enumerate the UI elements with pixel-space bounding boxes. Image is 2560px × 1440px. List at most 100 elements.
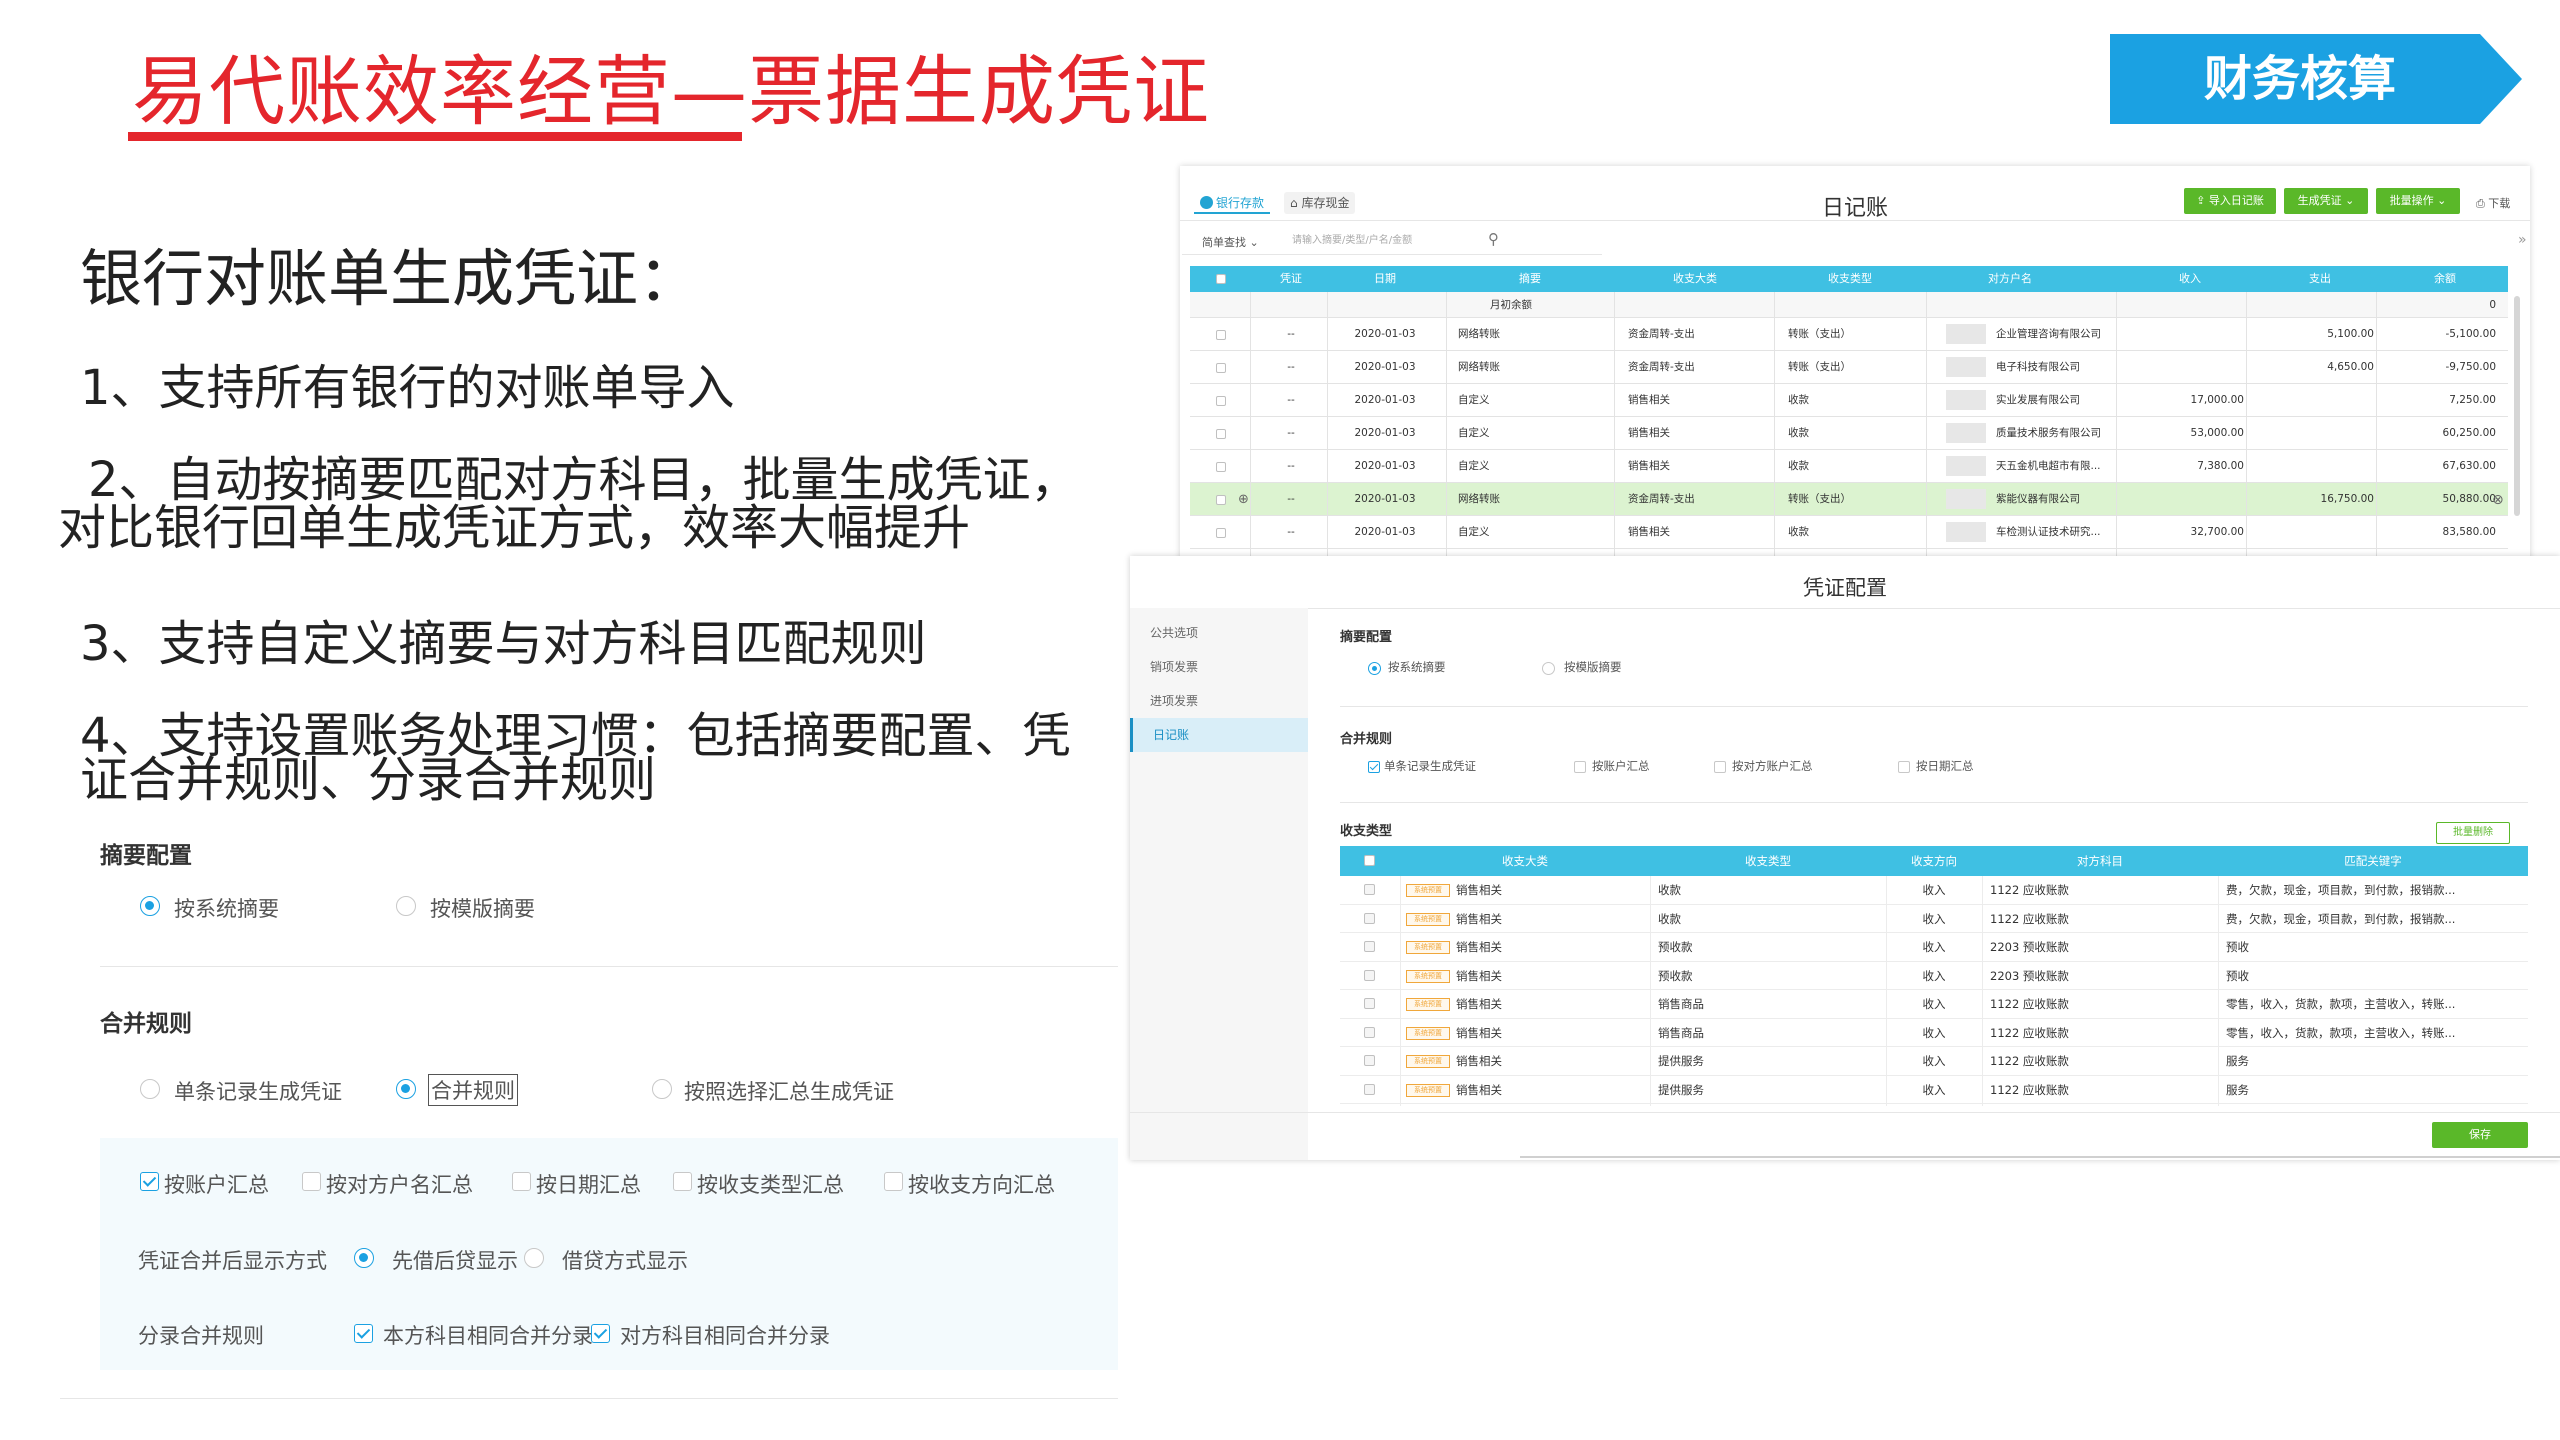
section-heading: 银行对账单生成凭证：	[80, 242, 701, 315]
config-table-row[interactable]: 系统预置 销售相关 销售商品 收入 1122 应收账款 零售，收入，货款，款项，主营收入，…	[1340, 990, 2528, 1019]
config-radio-template-summary[interactable]	[1542, 662, 1555, 675]
row-checkbox[interactable]	[1216, 330, 1226, 340]
journal-row[interactable]: ⊕ -- 2020-01-03 网络转账 资金周转-支出 转账（支出） 紫能仪器有限公司 16…	[1190, 483, 2508, 516]
config-check-single-record[interactable]	[1368, 761, 1380, 773]
search-icon[interactable]: ⚲	[1488, 230, 1499, 248]
config-check-by-party[interactable]	[1714, 761, 1726, 773]
config-divider-2	[1340, 802, 2528, 803]
journal-row[interactable]: -- 2020-01-03 自定义 销售相关 收款 质量技术服务有限公司 53,000.00…	[1190, 417, 2508, 450]
merge-rule-title: 合并规则	[100, 1011, 192, 1037]
check-same-other-account[interactable]	[591, 1324, 610, 1343]
slide-title: 易代账效率经营—票据生成凭证	[132, 47, 1210, 136]
journal-row[interactable]: -- 2020-01-03 自定义 销售相关 收款 实业发展有限公司 17,000.00 7,…	[1190, 384, 2508, 417]
row-checkbox[interactable]	[1216, 528, 1226, 538]
cell-summary: 自定义	[1458, 394, 1490, 406]
search-type-select[interactable]: 简单查找 ⌄	[1202, 234, 1259, 250]
radio-single-record[interactable]	[140, 1079, 160, 1099]
config-row-checkbox[interactable]	[1364, 884, 1375, 895]
check-by-direction[interactable]	[884, 1172, 903, 1191]
config-cell-direction: 收入	[1922, 883, 1946, 897]
grid-line	[1250, 292, 1251, 566]
cell-type: 转账（支出）	[1788, 361, 1851, 373]
config-cell-category: 销售相关	[1456, 997, 1502, 1011]
config-table-row[interactable]: 系统预置 销售相关 提供服务 收入 1122 应收账款 服务	[1340, 1047, 2528, 1076]
close-icon[interactable]: ⊗	[2492, 492, 2504, 508]
config-grid-line	[2218, 876, 2219, 1106]
check-by-date[interactable]	[512, 1172, 531, 1191]
config-row-checkbox[interactable]	[1364, 1055, 1375, 1066]
check-by-party[interactable]	[302, 1172, 321, 1191]
config-check-by-account[interactable]	[1574, 761, 1586, 773]
row-checkbox[interactable]	[1216, 495, 1226, 505]
cell-summary: 网络转账	[1458, 361, 1500, 373]
opening-balance: 0	[2489, 299, 2496, 311]
col-party: 对方户名	[1988, 272, 2032, 285]
journal-row[interactable]: -- 2020-01-03 自定义 销售相关 收款 车检测认证技术研究... 32,700.…	[1190, 516, 2508, 549]
radio-single-record-label: 单条记录生成凭证	[174, 1080, 342, 1104]
cell-expense	[2250, 516, 2374, 549]
col-income: 收入	[2179, 272, 2201, 285]
config-table-row[interactable]: 系统预置 销售相关 预收款 收入 2203 预收账款 预收	[1340, 933, 2528, 962]
config-table-row[interactable]: 系统预置 销售相关 提供服务 收入 1122 应收账款 服务	[1340, 1076, 2528, 1104]
check-by-type[interactable]	[673, 1172, 692, 1191]
system-preset-tag: 系统预置	[1406, 941, 1450, 954]
check-same-own-account[interactable]	[354, 1324, 373, 1343]
config-cell-type: 预收款	[1658, 940, 1693, 954]
config-cell-direction: 收入	[1922, 1054, 1946, 1068]
row-checkbox[interactable]	[1216, 462, 1226, 472]
row-checkbox[interactable]	[1216, 363, 1226, 373]
collapse-arrow-icon[interactable]: »	[2518, 232, 2527, 248]
sidebar-item-sales-invoice[interactable]: 销项发票	[1130, 650, 1308, 684]
config-cell-category: 销售相关	[1456, 911, 1502, 926]
config-row-checkbox[interactable]	[1364, 941, 1375, 952]
config-row-checkbox[interactable]	[1364, 969, 1375, 981]
config-check-by-account-label: 按账户汇总	[1592, 759, 1650, 773]
config-row-checkbox[interactable]	[1364, 998, 1375, 1009]
batch-operation-button[interactable]: 批量操作 ⌄	[2376, 188, 2460, 214]
config-row-checkbox[interactable]	[1364, 1083, 1375, 1095]
cell-voucher: --	[1287, 361, 1295, 373]
batch-delete-button[interactable]: 批量删除	[2436, 822, 2510, 844]
cell-type: 收款	[1788, 394, 1809, 406]
config-table-row[interactable]: 系统预置 销售相关 销售商品 收入 1122 应收账款 零售，收入，货款，款项，主营收入，…	[1340, 1019, 2528, 1047]
journal-scrollbar[interactable]	[2514, 296, 2520, 516]
journal-row[interactable]: -- 2020-01-03 自定义 销售相关 收款 天五金机电超市有限... 7,380.0…	[1190, 450, 2508, 483]
radio-debit-first[interactable]	[354, 1248, 374, 1268]
radio-debit-first-label: 先借后贷显示	[392, 1249, 518, 1273]
save-button[interactable]: 保存	[2432, 1122, 2528, 1148]
config-select-all-checkbox[interactable]	[1364, 855, 1375, 866]
journal-row[interactable]: -- 2020-01-03 网络转账 资金周转-支出 转账（支出） 电子科技有限公司 4,6…	[1190, 351, 2508, 384]
sidebar-item-journal[interactable]: 日记账	[1130, 718, 1308, 752]
journal-row[interactable]: -- 2020-01-03 网络转账 资金周转-支出 转账（支出） 企业管理咨询有限公司 5…	[1190, 318, 2508, 351]
select-all-checkbox[interactable]	[1216, 274, 1226, 284]
display-mode-label: 凭证合并后显示方式	[138, 1249, 327, 1273]
search-input[interactable]: 请输入摘要/类型/户名/金额	[1292, 230, 1502, 252]
system-preset-tag: 系统预置	[1406, 969, 1450, 983]
row-checkbox[interactable]	[1216, 429, 1226, 439]
config-table-row[interactable]: 系统预置 销售相关 收款 收入 1122 应收账款 费，欠款，现金，项目款，到付款，报销款…	[1340, 876, 2528, 905]
config-table-row[interactable]: 系统预置 销售相关 收款 收入 1122 应收账款 费，欠款，现金，项目款，到付款，报销款…	[1340, 905, 2528, 933]
radio-selected-summary[interactable]	[652, 1079, 672, 1099]
add-row-icon[interactable]: ⊕	[1238, 483, 1249, 516]
config-table-row[interactable]: 系统预置 销售相关 预收款 收入 2203 预收账款 预收	[1340, 962, 2528, 990]
radio-merge-rule[interactable]	[396, 1079, 416, 1099]
generate-voucher-button[interactable]: 生成凭证 ⌄	[2284, 188, 2368, 214]
radio-debit-credit[interactable]	[524, 1248, 544, 1268]
config-row-checkbox[interactable]	[1364, 912, 1375, 924]
config-check-by-date[interactable]	[1898, 761, 1910, 773]
download-button[interactable]: ⎙ 下载	[2476, 195, 2510, 211]
row-checkbox[interactable]	[1216, 396, 1226, 406]
radio-template-summary[interactable]	[396, 896, 416, 916]
config-cell-keywords: 服务	[2226, 1082, 2249, 1097]
radio-system-summary[interactable]	[140, 896, 160, 916]
sidebar-item-purchase-invoice[interactable]: 进项发票	[1130, 684, 1308, 718]
import-journal-button[interactable]: ⇪ 导入日记账	[2184, 188, 2276, 214]
sidebar-item-common[interactable]: 公共选项	[1130, 616, 1308, 650]
cell-summary: 自定义	[1458, 526, 1490, 538]
cell-balance: 83,580.00	[2442, 526, 2496, 538]
search-underline	[1182, 254, 1602, 255]
check-by-account[interactable]	[140, 1172, 159, 1191]
config-row-checkbox[interactable]	[1364, 1026, 1375, 1038]
config-radio-system-summary[interactable]	[1368, 662, 1381, 675]
config-merge-title: 合并规则	[1340, 732, 1393, 747]
